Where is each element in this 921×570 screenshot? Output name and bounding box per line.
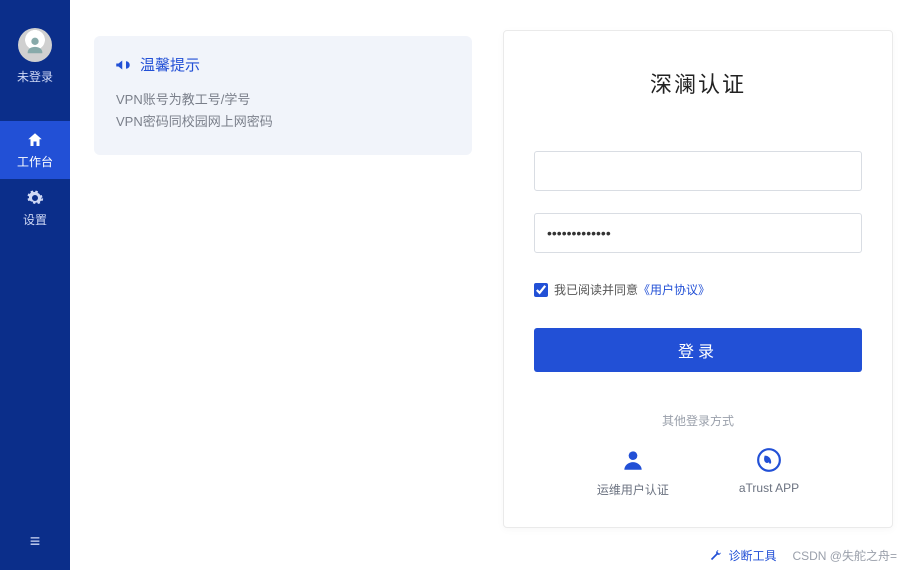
wrench-icon — [708, 549, 722, 563]
watermark: CSDN @失舵之舟= — [792, 547, 897, 564]
agree-text: 我已阅读并同意 — [554, 281, 638, 298]
password-input[interactable] — [534, 213, 862, 253]
tip-header: 温馨提示 — [114, 54, 452, 75]
agreement-link[interactable]: 《用户协议》 — [638, 281, 710, 298]
tip-line: VPN密码同校园网上网密码 — [116, 111, 452, 133]
sidebar-item-label: 设置 — [23, 211, 47, 228]
tip-title: 温馨提示 — [140, 54, 200, 75]
other-login-title: 其他登录方式 — [662, 412, 734, 429]
tip-body: VPN账号为教工号/学号 VPN密码同校园网上网密码 — [114, 89, 452, 133]
agree-checkbox[interactable] — [534, 283, 548, 297]
tip-line: VPN账号为教工号/学号 — [116, 89, 452, 111]
sidebar-item-workspace[interactable]: 工作台 — [0, 121, 70, 179]
other-login-label: aTrust APP — [739, 481, 799, 495]
login-title: 深澜认证 — [650, 67, 746, 99]
sidebar: 未登录 工作台 设置 ≡ — [0, 0, 70, 570]
username-input[interactable] — [534, 151, 862, 191]
footer: 诊断工具 CSDN @失舵之舟= — [708, 547, 897, 564]
tip-card: 温馨提示 VPN账号为教工号/学号 VPN密码同校园网上网密码 — [94, 36, 472, 155]
sidebar-item-settings[interactable]: 设置 — [0, 179, 70, 237]
gear-icon — [26, 189, 44, 207]
menu-icon[interactable]: ≡ — [30, 531, 41, 552]
other-login-ops[interactable]: 运维用户认证 — [597, 447, 669, 498]
agreement-row[interactable]: 我已阅读并同意 《用户协议》 — [534, 281, 862, 298]
other-login-label: 运维用户认证 — [597, 481, 669, 498]
nav: 工作台 设置 — [0, 121, 70, 237]
login-card: 深澜认证 我已阅读并同意 《用户协议》 登录 其他登录方式 运维用户认证 aTr… — [503, 30, 893, 528]
avatar[interactable] — [18, 28, 52, 62]
user-icon — [620, 447, 646, 473]
sidebar-item-label: 工作台 — [17, 153, 53, 170]
other-login-app[interactable]: aTrust APP — [739, 447, 799, 498]
login-button[interactable]: 登录 — [534, 328, 862, 372]
atrust-icon — [756, 447, 782, 473]
megaphone-icon — [114, 56, 132, 74]
main: 温馨提示 VPN账号为教工号/学号 VPN密码同校园网上网密码 深澜认证 我已阅… — [70, 0, 921, 570]
home-icon — [26, 131, 44, 149]
login-status: 未登录 — [17, 68, 53, 85]
diag-link[interactable]: 诊断工具 — [728, 547, 776, 564]
other-login-row: 运维用户认证 aTrust APP — [597, 447, 799, 498]
